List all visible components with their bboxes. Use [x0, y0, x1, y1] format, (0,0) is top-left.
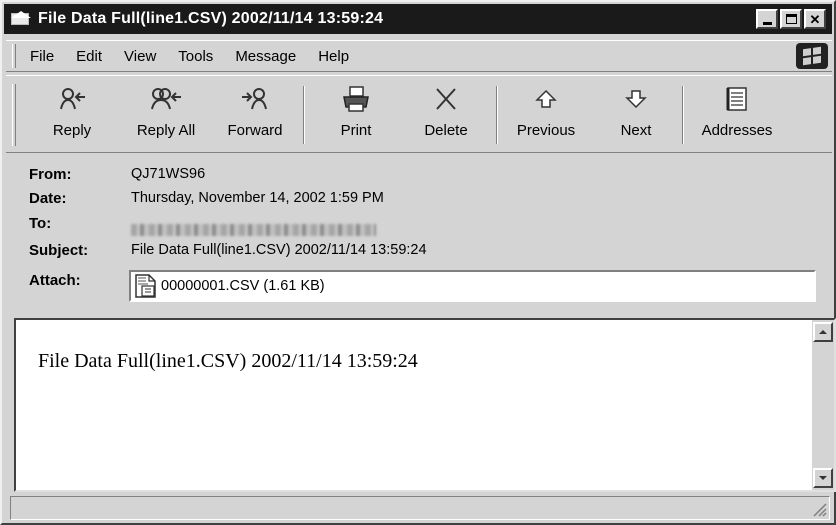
- maximize-icon: [785, 14, 797, 24]
- print-label: Print: [340, 122, 372, 139]
- resize-grip-icon[interactable]: [811, 501, 827, 517]
- from-label: From:: [29, 166, 72, 183]
- close-icon: ✕: [809, 11, 821, 27]
- close-button[interactable]: ✕: [804, 9, 826, 29]
- menu-help[interactable]: Help: [318, 48, 349, 65]
- windows-logo-icon: [796, 43, 828, 69]
- attach-label: Attach:: [29, 272, 81, 289]
- addresses-button[interactable]: Addresses: [694, 84, 780, 146]
- minimize-button[interactable]: [756, 9, 778, 29]
- message-body-text: File Data Full(line1.CSV) 2002/11/14 13:…: [38, 350, 418, 372]
- reply-label: Reply: [52, 122, 92, 139]
- scroll-up-button[interactable]: [813, 322, 833, 342]
- window-title: File Data Full(line1.CSV) 2002/11/14 13:…: [38, 10, 384, 27]
- from-value: QJ71WS96: [131, 166, 206, 182]
- reply-icon: [57, 84, 87, 114]
- attachment-field: 00000001.CSV (1.61 KB): [129, 270, 816, 302]
- reply-all-label: Reply All: [136, 122, 196, 139]
- forward-label: Forward: [227, 122, 283, 139]
- mail-window: File Data Full(line1.CSV) 2002/11/14 13:…: [0, 0, 836, 525]
- redacted-recipient: [131, 224, 376, 236]
- maximize-button[interactable]: [780, 9, 802, 29]
- menu-view[interactable]: View: [124, 48, 156, 65]
- menu-edit[interactable]: Edit: [76, 48, 102, 65]
- reply-button[interactable]: Reply: [42, 84, 102, 146]
- envelope-icon: [10, 10, 32, 28]
- vertical-scrollbar[interactable]: [812, 320, 834, 490]
- down-arrow-icon: [623, 84, 649, 114]
- printer-icon: [341, 84, 371, 114]
- up-arrow-icon: [533, 84, 559, 114]
- reply-all-icon: [149, 84, 183, 114]
- date-label: Date:: [29, 190, 67, 207]
- scroll-up-arrow-icon: [819, 330, 827, 334]
- menu-bar: File Edit View Tools Message Help: [6, 40, 832, 72]
- previous-label: Previous: [516, 122, 576, 139]
- next-button[interactable]: Next: [608, 84, 664, 146]
- to-label: To:: [29, 215, 52, 232]
- print-button[interactable]: Print: [326, 84, 386, 146]
- scroll-down-button[interactable]: [813, 468, 833, 488]
- csv-file-icon[interactable]: [133, 273, 159, 299]
- subject-label: Subject:: [29, 242, 89, 259]
- addresses-label: Addresses: [701, 122, 773, 139]
- menu-tools[interactable]: Tools: [178, 48, 213, 65]
- title-bar[interactable]: File Data Full(line1.CSV) 2002/11/14 13:…: [4, 4, 832, 34]
- toolbar-separator: [303, 86, 305, 144]
- status-bar: [10, 496, 830, 520]
- toolbar-grip[interactable]: [12, 84, 16, 146]
- forward-icon: [240, 84, 270, 114]
- forward-button[interactable]: Forward: [220, 84, 290, 146]
- toolbar-separator: [496, 86, 498, 144]
- address-book-icon: [723, 84, 751, 114]
- delete-button[interactable]: Delete: [413, 84, 479, 146]
- attachment-name[interactable]: 00000001.CSV (1.61 KB): [161, 278, 325, 294]
- menu-file[interactable]: File: [30, 48, 54, 65]
- date-value: Thursday, November 14, 2002 1:59 PM: [131, 190, 384, 206]
- next-label: Next: [620, 122, 652, 139]
- minimize-icon: [762, 21, 772, 25]
- toolbar-separator: [682, 86, 684, 144]
- menu-grip[interactable]: [12, 44, 16, 68]
- delete-x-icon: [432, 84, 460, 114]
- toolbar: Reply Reply All Forward Print Delete Pre…: [6, 75, 832, 153]
- scroll-down-arrow-icon: [819, 476, 827, 480]
- previous-button[interactable]: Previous: [508, 84, 584, 146]
- menu-message[interactable]: Message: [235, 48, 296, 65]
- reply-all-button[interactable]: Reply All: [126, 84, 206, 146]
- message-body-pane[interactable]: File Data Full(line1.CSV) 2002/11/14 13:…: [14, 318, 836, 492]
- subject-value: File Data Full(line1.CSV) 2002/11/14 13:…: [131, 242, 427, 258]
- delete-label: Delete: [424, 122, 468, 139]
